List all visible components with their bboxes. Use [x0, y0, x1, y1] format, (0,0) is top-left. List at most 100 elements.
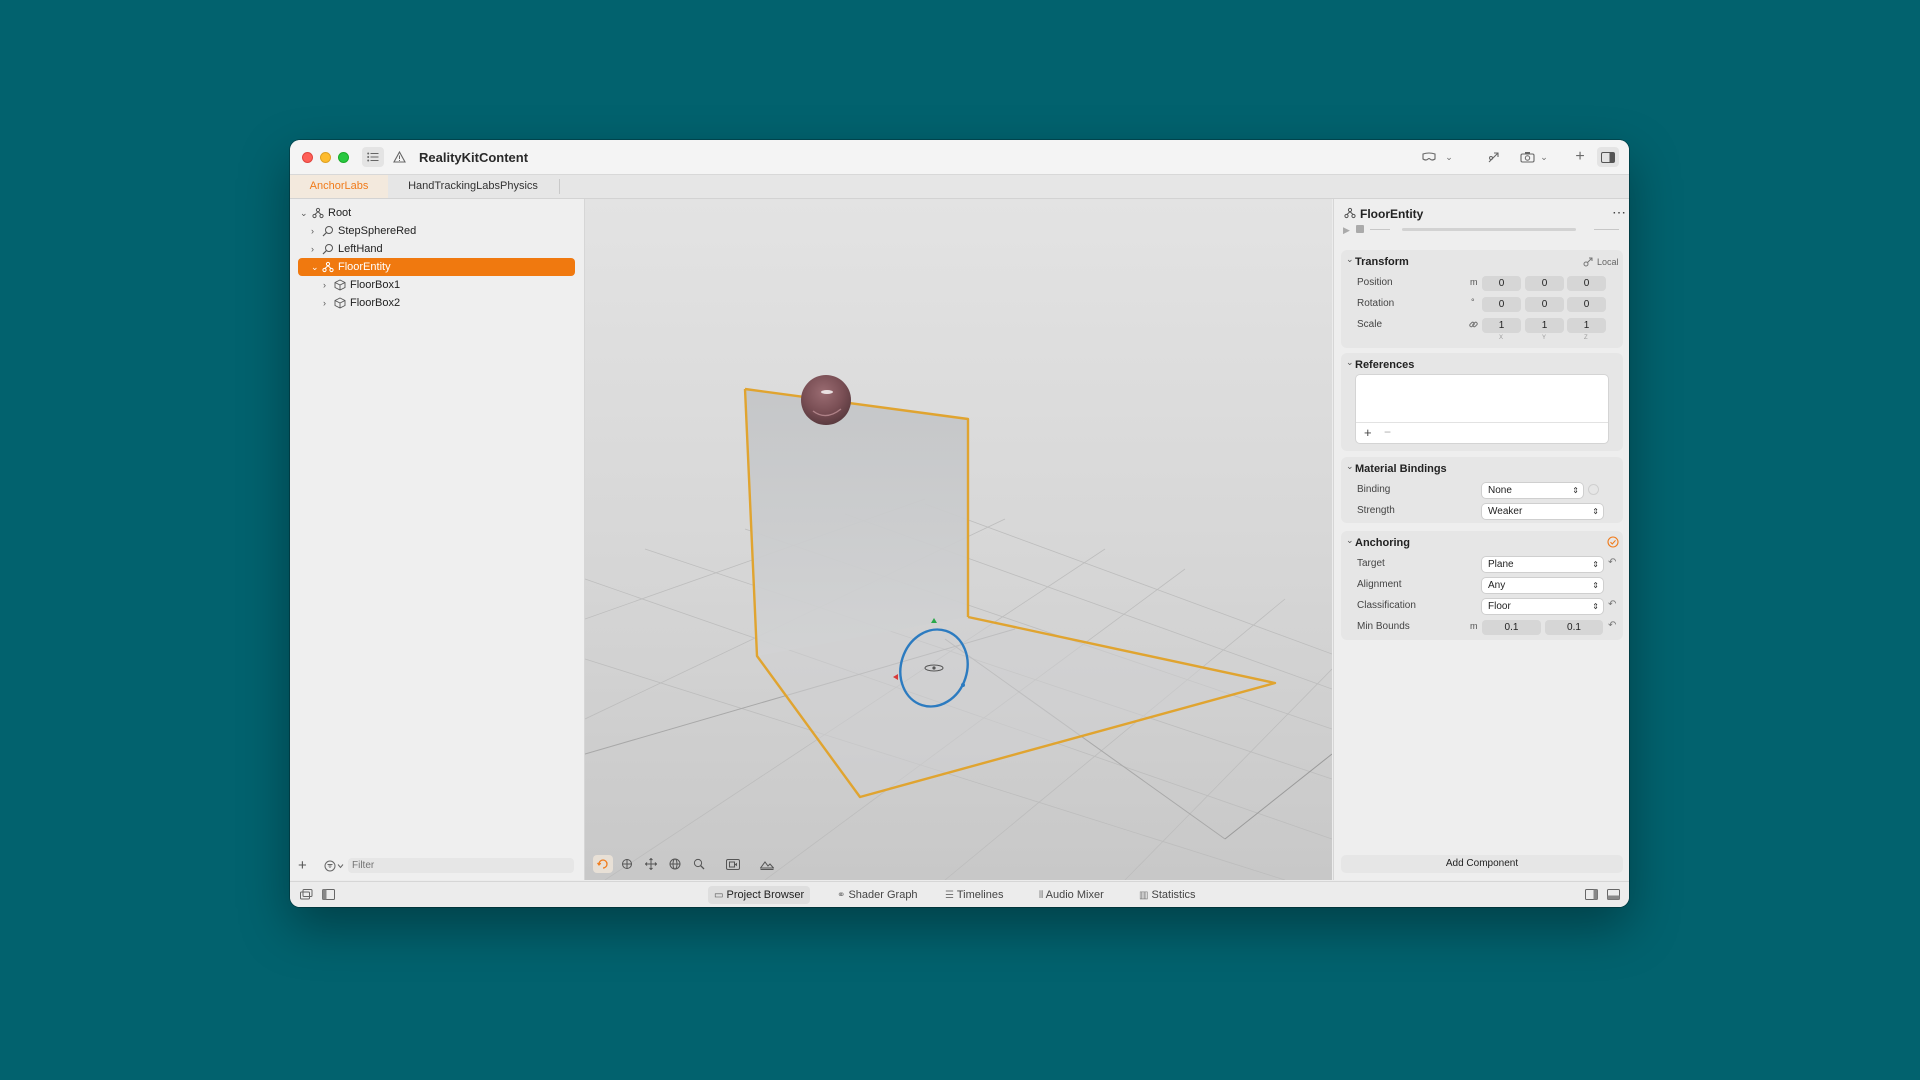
- crosshair-icon[interactable]: [617, 855, 637, 873]
- chevron-down-icon[interactable]: ⌄: [1346, 254, 1354, 265]
- toggle-sidebar-icon[interactable]: [322, 889, 335, 900]
- strength-select[interactable]: Weaker ⇕: [1482, 504, 1603, 519]
- binding-info-icon[interactable]: [1588, 484, 1599, 495]
- timeline-scrubber[interactable]: [1402, 228, 1576, 231]
- shader-graph-icon: ⚭: [837, 890, 846, 901]
- camera-view-icon[interactable]: [723, 855, 743, 873]
- globe-icon[interactable]: [665, 855, 685, 873]
- chevron-down-icon[interactable]: ⌄: [1346, 461, 1354, 472]
- toggle-inspector-icon[interactable]: [1585, 889, 1598, 900]
- position-unit: m: [1470, 277, 1478, 287]
- tab-statistics[interactable]: ▥ Statistics: [1133, 886, 1202, 904]
- tab-shader-graph[interactable]: ⚭ Shader Graph: [831, 886, 924, 904]
- min-bounds-y-field[interactable]: 0.1: [1545, 620, 1603, 635]
- checkmark-circle-icon[interactable]: [1607, 536, 1619, 548]
- section-title: Transform: [1355, 256, 1409, 268]
- tab-project-browser[interactable]: ▭ Project Browser: [708, 886, 811, 904]
- filter-options-icon[interactable]: [324, 859, 346, 873]
- more-options-icon[interactable]: ⋯: [1612, 204, 1626, 221]
- windows-icon[interactable]: [300, 889, 313, 900]
- bottom-bar: ▭ Project Browser ⚭ Shader Graph ☰ Timel…: [290, 881, 1629, 907]
- filter-input[interactable]: [348, 858, 574, 873]
- alignment-select[interactable]: Any ⇕: [1482, 578, 1603, 593]
- references-list[interactable]: + −: [1356, 375, 1608, 443]
- search-icon: [322, 226, 333, 237]
- tree-item-lefthand[interactable]: › LeftHand: [298, 240, 576, 258]
- toggle-inspector-icon[interactable]: [1597, 147, 1619, 167]
- rotation-unit: °: [1471, 297, 1475, 307]
- classification-select[interactable]: Floor ⇕: [1482, 599, 1603, 614]
- play-icon[interactable]: ▶: [1343, 225, 1350, 236]
- chevron-right-icon[interactable]: ›: [311, 240, 321, 258]
- tree-item-floorbox2[interactable]: › FloorBox2: [298, 294, 576, 312]
- camera-chevron-down-icon[interactable]: ⌄: [1538, 147, 1550, 167]
- tree-item-stepspherered[interactable]: › StepSphereRed: [298, 222, 576, 240]
- scale-y-field[interactable]: 1: [1525, 318, 1564, 333]
- warning-icon[interactable]: [390, 147, 408, 167]
- reset-icon[interactable]: ↶: [1608, 599, 1616, 610]
- environment-icon[interactable]: [757, 855, 777, 873]
- chevron-right-icon[interactable]: ›: [323, 294, 333, 312]
- tab-anchorlabs[interactable]: AnchorLabs: [290, 175, 388, 198]
- reset-icon[interactable]: ↶: [1608, 557, 1616, 568]
- move-icon[interactable]: [641, 855, 661, 873]
- axis-label-x: X: [1499, 335, 1504, 341]
- camera-icon[interactable]: [1517, 147, 1537, 167]
- chevron-down-icon[interactable]: ⌄: [1346, 357, 1354, 368]
- rotation-x-field[interactable]: 0: [1482, 297, 1521, 312]
- headset-icon[interactable]: [1418, 147, 1440, 167]
- chevron-up-down-icon: ⇕: [1592, 507, 1599, 516]
- remove-reference-icon[interactable]: −: [1384, 425, 1391, 439]
- binding-value: None: [1488, 485, 1512, 496]
- chevron-down-icon[interactable]: ⌄: [1346, 535, 1354, 546]
- share-scene-icon[interactable]: [1483, 147, 1503, 167]
- target-select[interactable]: Plane ⇕: [1482, 557, 1603, 572]
- chevron-down-icon[interactable]: ⌄: [1443, 147, 1455, 167]
- position-y-field[interactable]: 0: [1525, 276, 1564, 291]
- reset-icon[interactable]: ↶: [1608, 620, 1616, 631]
- orbit-icon[interactable]: [593, 855, 613, 873]
- link-icon[interactable]: [1469, 320, 1478, 329]
- tree-item-root[interactable]: ⌄ Root: [298, 204, 576, 222]
- tab-audio-mixer[interactable]: ⫴ Audio Mixer: [1033, 886, 1110, 904]
- binding-select[interactable]: None ⇕: [1482, 483, 1583, 498]
- close-window-button[interactable]: [302, 152, 313, 163]
- chevron-down-icon[interactable]: ⌄: [300, 204, 310, 222]
- rotation-y-field[interactable]: 0: [1525, 297, 1564, 312]
- minimize-window-button[interactable]: [320, 152, 331, 163]
- min-bounds-x-field[interactable]: 0.1: [1482, 620, 1541, 635]
- scale-x-field[interactable]: 1: [1482, 318, 1521, 333]
- scene-viewport[interactable]: [585, 199, 1332, 880]
- chevron-right-icon[interactable]: ›: [311, 222, 321, 240]
- chevron-down-icon[interactable]: ⌄: [311, 258, 321, 276]
- list-divider: [1356, 422, 1608, 423]
- space-toggle[interactable]: Local: [1597, 257, 1619, 267]
- scene-canvas[interactable]: [585, 199, 1332, 880]
- position-x-field[interactable]: 0: [1482, 276, 1521, 291]
- tree-item-floorbox1[interactable]: › FloorBox1: [298, 276, 576, 294]
- tree-item-floorentity[interactable]: ⌄ FloorEntity: [298, 258, 575, 276]
- add-reference-icon[interactable]: +: [1364, 425, 1372, 440]
- classification-label: Classification: [1357, 600, 1416, 611]
- list-icon[interactable]: [362, 147, 384, 167]
- position-z-field[interactable]: 0: [1567, 276, 1606, 291]
- toggle-bottom-panel-icon[interactable]: [1607, 889, 1620, 900]
- chevron-right-icon[interactable]: ›: [323, 276, 333, 294]
- stop-icon[interactable]: [1356, 225, 1364, 233]
- binding-label: Binding: [1357, 484, 1391, 495]
- tab-handtrackinglabsphysics[interactable]: HandTrackingLabsPhysics: [388, 175, 558, 198]
- scale-z-field[interactable]: 1: [1567, 318, 1606, 333]
- alignment-value: Any: [1488, 580, 1506, 591]
- tab-timelines[interactable]: ☰ Timelines: [939, 886, 1010, 904]
- zoom-icon[interactable]: [689, 855, 709, 873]
- chevron-up-down-icon: ⇕: [1592, 560, 1599, 569]
- add-component-button[interactable]: Add Component: [1341, 855, 1623, 873]
- step-sphere-red[interactable]: [801, 375, 851, 425]
- add-icon[interactable]: +: [1570, 147, 1590, 167]
- rotation-z-field[interactable]: 0: [1567, 297, 1606, 312]
- inspector-panel: FloorEntity ⋯ ▶ ⌄ Transform Local Positi…: [1333, 199, 1629, 880]
- zoom-window-button[interactable]: [338, 152, 349, 163]
- add-entity-icon[interactable]: +: [298, 857, 307, 874]
- time-field: [1370, 229, 1390, 230]
